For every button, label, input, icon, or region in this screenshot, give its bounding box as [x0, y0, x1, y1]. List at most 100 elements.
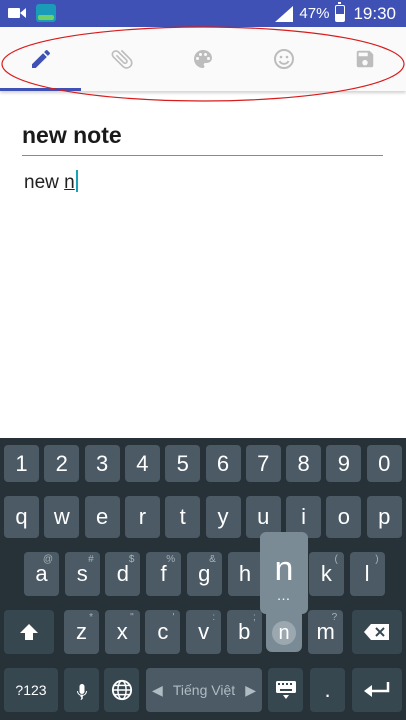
- key-k-label: k: [320, 561, 332, 586]
- hide-keyboard-key[interactable]: [268, 668, 303, 712]
- pencil-icon: [31, 49, 50, 68]
- period-key[interactable]: .: [310, 668, 345, 712]
- status-right: 47% 19:30: [275, 0, 396, 27]
- tab-emoji[interactable]: [243, 27, 324, 91]
- key-z-hint: *: [89, 612, 93, 623]
- key-m[interactable]: m?: [308, 610, 344, 654]
- key-y[interactable]: y: [205, 496, 241, 538]
- key-e-label: e: [95, 504, 109, 529]
- key-b[interactable]: b;: [226, 610, 262, 654]
- space-left-arrow-icon: ◀: [152, 681, 163, 698]
- editor-toolbar: [0, 27, 406, 91]
- key-x-label: x: [116, 619, 128, 644]
- language-switch-key[interactable]: [104, 668, 139, 712]
- key-t-label: t: [179, 504, 186, 529]
- key-w[interactable]: w: [44, 496, 80, 538]
- key-9-label: 9: [337, 450, 351, 476]
- key-preview-letter: n: [274, 550, 294, 588]
- note-title[interactable]: new note: [22, 122, 383, 156]
- key-v-label: v: [198, 619, 210, 644]
- key-6[interactable]: 6: [205, 445, 241, 482]
- text-cursor: [75, 170, 78, 192]
- key-9[interactable]: 9: [326, 445, 362, 482]
- note-body-input[interactable]: new n: [24, 170, 78, 194]
- key-g[interactable]: g &: [186, 552, 222, 596]
- key-0[interactable]: 0: [366, 445, 402, 482]
- key-4[interactable]: 4: [124, 445, 160, 482]
- key-n-pressed[interactable]: n: [268, 616, 300, 650]
- key-a[interactable]: a @: [24, 552, 59, 596]
- backspace-key[interactable]: [352, 610, 402, 654]
- key-q[interactable]: q: [4, 496, 39, 538]
- key-n-pressed-label: n: [278, 621, 290, 644]
- key-i-label: i: [301, 504, 307, 529]
- key-preview-popup: n …: [260, 532, 308, 614]
- backspace-icon: [364, 624, 389, 640]
- key-d[interactable]: d $: [105, 552, 141, 596]
- key-7[interactable]: 7: [245, 445, 281, 482]
- shift-key[interactable]: [4, 610, 54, 654]
- space-right-arrow-icon: ▶: [245, 681, 256, 698]
- key-v-hint: :: [212, 612, 216, 623]
- key-0-label: 0: [378, 450, 391, 476]
- symbols-key[interactable]: ?123: [4, 668, 58, 712]
- key-2[interactable]: 2: [44, 445, 80, 482]
- tab-edit[interactable]: [0, 27, 81, 91]
- key-f[interactable]: f%: [146, 552, 182, 596]
- key-c[interactable]: c ': [145, 610, 181, 654]
- note-body-text: new: [24, 172, 65, 193]
- key-t[interactable]: t: [165, 496, 201, 538]
- key-e[interactable]: e: [84, 496, 120, 538]
- key-s-hint: #: [88, 554, 94, 565]
- key-h-label: h: [238, 561, 252, 586]
- key-8[interactable]: 8: [286, 445, 322, 482]
- key-b-hint: ;: [253, 612, 256, 623]
- key-3[interactable]: 3: [84, 445, 120, 482]
- enter-key[interactable]: [352, 668, 402, 712]
- key-k[interactable]: k(: [308, 552, 344, 596]
- key-s-label: s: [76, 561, 88, 586]
- key-1[interactable]: 1: [4, 445, 39, 482]
- key-p[interactable]: p: [366, 496, 402, 538]
- keyboard-hide-icon: [275, 681, 296, 699]
- key-b-label: b: [238, 619, 251, 644]
- key-c-hint: ': [172, 612, 175, 623]
- key-o[interactable]: o: [326, 496, 362, 538]
- battery-icon: [335, 2, 346, 22]
- key-l[interactable]: l): [349, 552, 385, 596]
- symbols-key-label: ?123: [15, 682, 47, 698]
- space-key[interactable]: ◀ Tiếng Việt ▶: [146, 668, 262, 712]
- key-l-hint: ): [375, 554, 379, 565]
- key-7-label: 7: [257, 450, 270, 476]
- key-3-label: 3: [95, 450, 109, 476]
- signal-icon: [275, 5, 294, 22]
- key-x[interactable]: x ": [104, 610, 140, 654]
- status-left: [8, 4, 56, 22]
- tab-color[interactable]: [162, 27, 243, 91]
- paperclip-icon: [111, 49, 132, 69]
- space-language-label: Tiếng Việt: [172, 682, 236, 698]
- key-r-label: r: [138, 504, 147, 529]
- app-notification-icon: [36, 4, 56, 22]
- key-c-label: c: [157, 619, 169, 644]
- video-camera-icon: [8, 8, 26, 18]
- shift-icon: [20, 624, 38, 640]
- smiley-icon: [273, 49, 294, 69]
- key-preview-more: …: [276, 587, 292, 603]
- key-h[interactable]: h: [227, 552, 263, 596]
- comma-key[interactable]: ,: [64, 668, 99, 712]
- tab-save[interactable]: [324, 27, 405, 91]
- key-v[interactable]: v:: [186, 610, 222, 654]
- save-icon: [356, 50, 373, 68]
- key-1-label: 1: [15, 450, 28, 476]
- tab-attach[interactable]: [81, 27, 162, 91]
- key-p-label: p: [378, 504, 391, 529]
- key-q-label: q: [15, 504, 28, 529]
- key-2-label: 2: [55, 450, 68, 476]
- key-z[interactable]: z *: [64, 610, 99, 654]
- key-l-label: l: [364, 561, 370, 586]
- key-x-hint: ": [130, 612, 134, 623]
- key-5[interactable]: 5: [165, 445, 201, 482]
- key-s[interactable]: s #: [64, 552, 100, 596]
- key-r[interactable]: r: [124, 496, 160, 538]
